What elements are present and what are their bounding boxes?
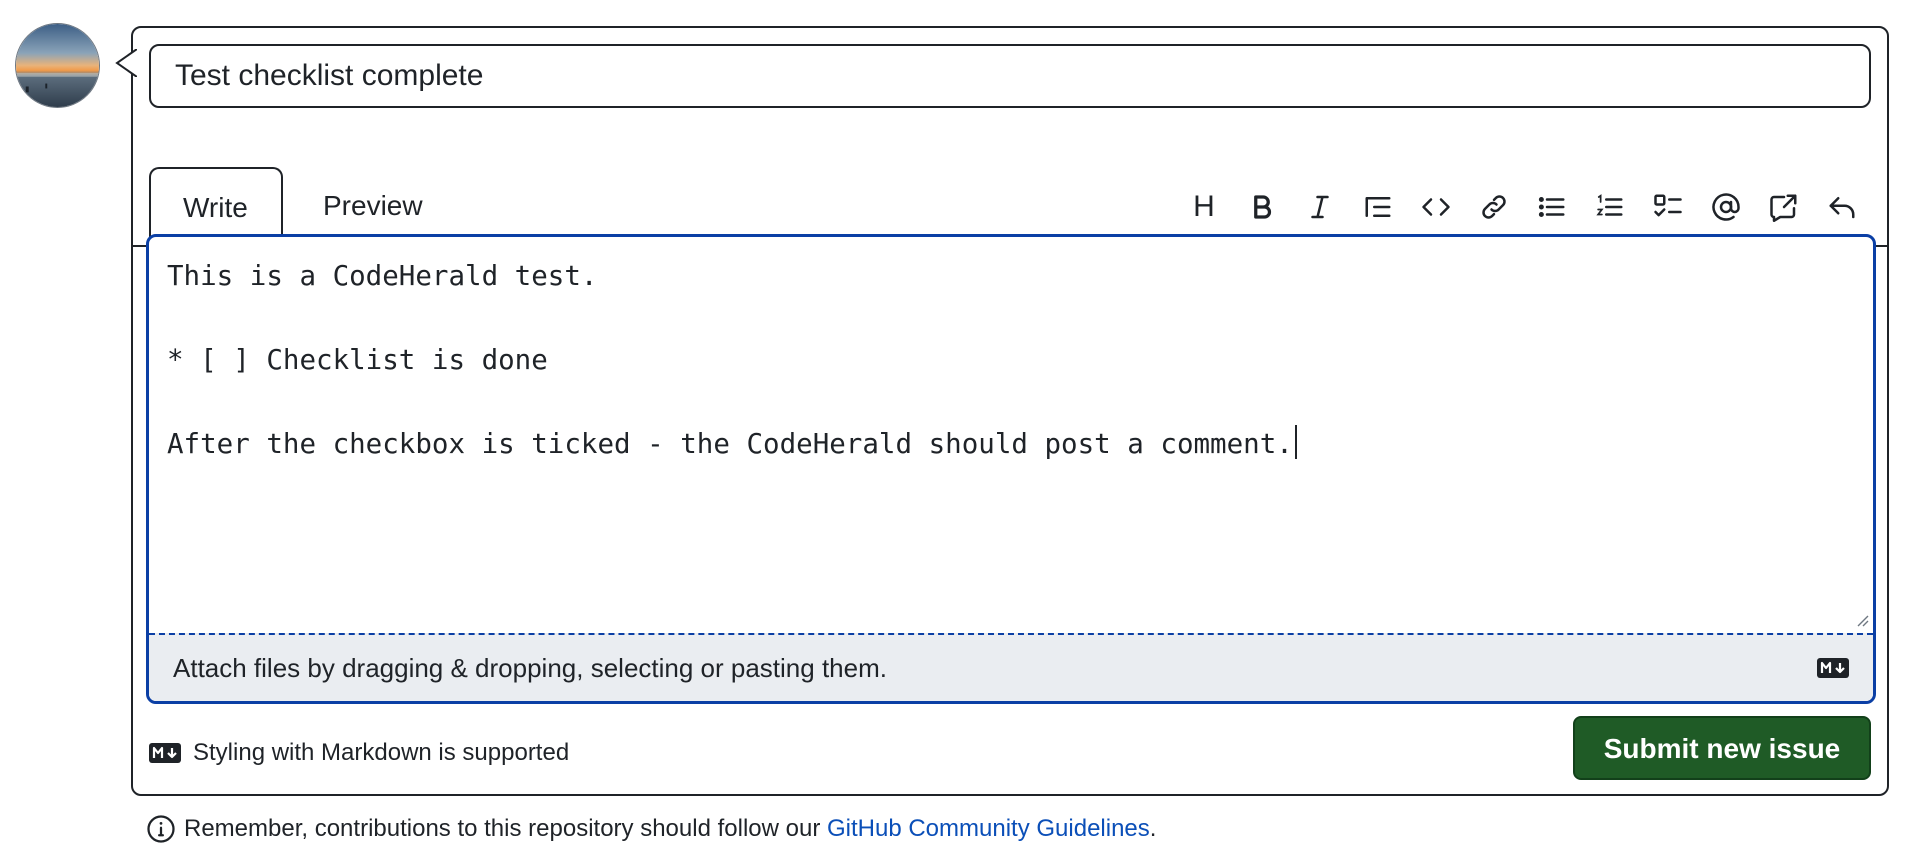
task-list-icon[interactable]	[1639, 183, 1697, 231]
community-guidelines-link[interactable]: GitHub Community Guidelines	[827, 815, 1150, 843]
reference-icon[interactable]	[1755, 183, 1813, 231]
markdown-icon	[1817, 658, 1849, 678]
editor-line-last: After the checkbox is ticked - the CodeH…	[167, 423, 1855, 465]
issue-title-input[interactable]	[149, 44, 1871, 108]
attach-files-hint: Attach files by dragging & dropping, sel…	[173, 652, 887, 683]
editor-tabbar: Write Preview H	[133, 139, 1887, 249]
link-icon[interactable]	[1465, 183, 1523, 231]
reminder-text: Remember, contributions to this reposito…	[184, 815, 827, 842]
comment-textarea[interactable]: This is a CodeHerald test. * [ ] Checklis…	[149, 237, 1873, 631]
code-icon[interactable]	[1407, 183, 1465, 231]
editor-line: * [ ] Checklist is done	[167, 344, 548, 376]
avatar[interactable]	[15, 23, 100, 108]
editor-line: After the checkbox is ticked - the CodeH…	[167, 428, 1293, 460]
unordered-list-icon[interactable]	[1523, 183, 1581, 231]
contribution-reminder: Remember, contributions to this reposito…	[146, 812, 1156, 846]
heading-glyph: H	[1193, 190, 1215, 223]
resize-handle-icon[interactable]	[1853, 611, 1869, 627]
comment-editor[interactable]: This is a CodeHerald test. * [ ] Checklis…	[146, 234, 1876, 704]
markdown-icon	[149, 743, 181, 763]
editor-line: This is a CodeHerald test.	[167, 260, 598, 292]
avatar-image	[16, 24, 99, 107]
submit-new-issue-button[interactable]: Submit new issue	[1573, 716, 1871, 780]
heading-icon[interactable]: H	[1175, 183, 1233, 231]
mention-icon[interactable]	[1697, 183, 1755, 231]
italic-icon[interactable]	[1291, 183, 1349, 231]
reminder-end: .	[1149, 815, 1157, 842]
undo-icon[interactable]	[1813, 183, 1871, 231]
text-caret	[1294, 425, 1297, 459]
markdown-toolbar: H	[1175, 183, 1871, 231]
markdown-note-text: Styling with Markdown is supported	[193, 739, 570, 766]
bold-icon[interactable]	[1233, 183, 1291, 231]
ordered-list-icon[interactable]	[1581, 183, 1639, 231]
new-issue-form: Write Preview H	[131, 26, 1889, 796]
quote-icon[interactable]	[1349, 183, 1407, 231]
info-icon	[146, 814, 176, 844]
comment-pointer	[115, 49, 137, 77]
attach-files-bar[interactable]: Attach files by dragging & dropping, sel…	[149, 633, 1873, 701]
markdown-support-note[interactable]: Styling with Markdown is supported	[149, 733, 569, 773]
